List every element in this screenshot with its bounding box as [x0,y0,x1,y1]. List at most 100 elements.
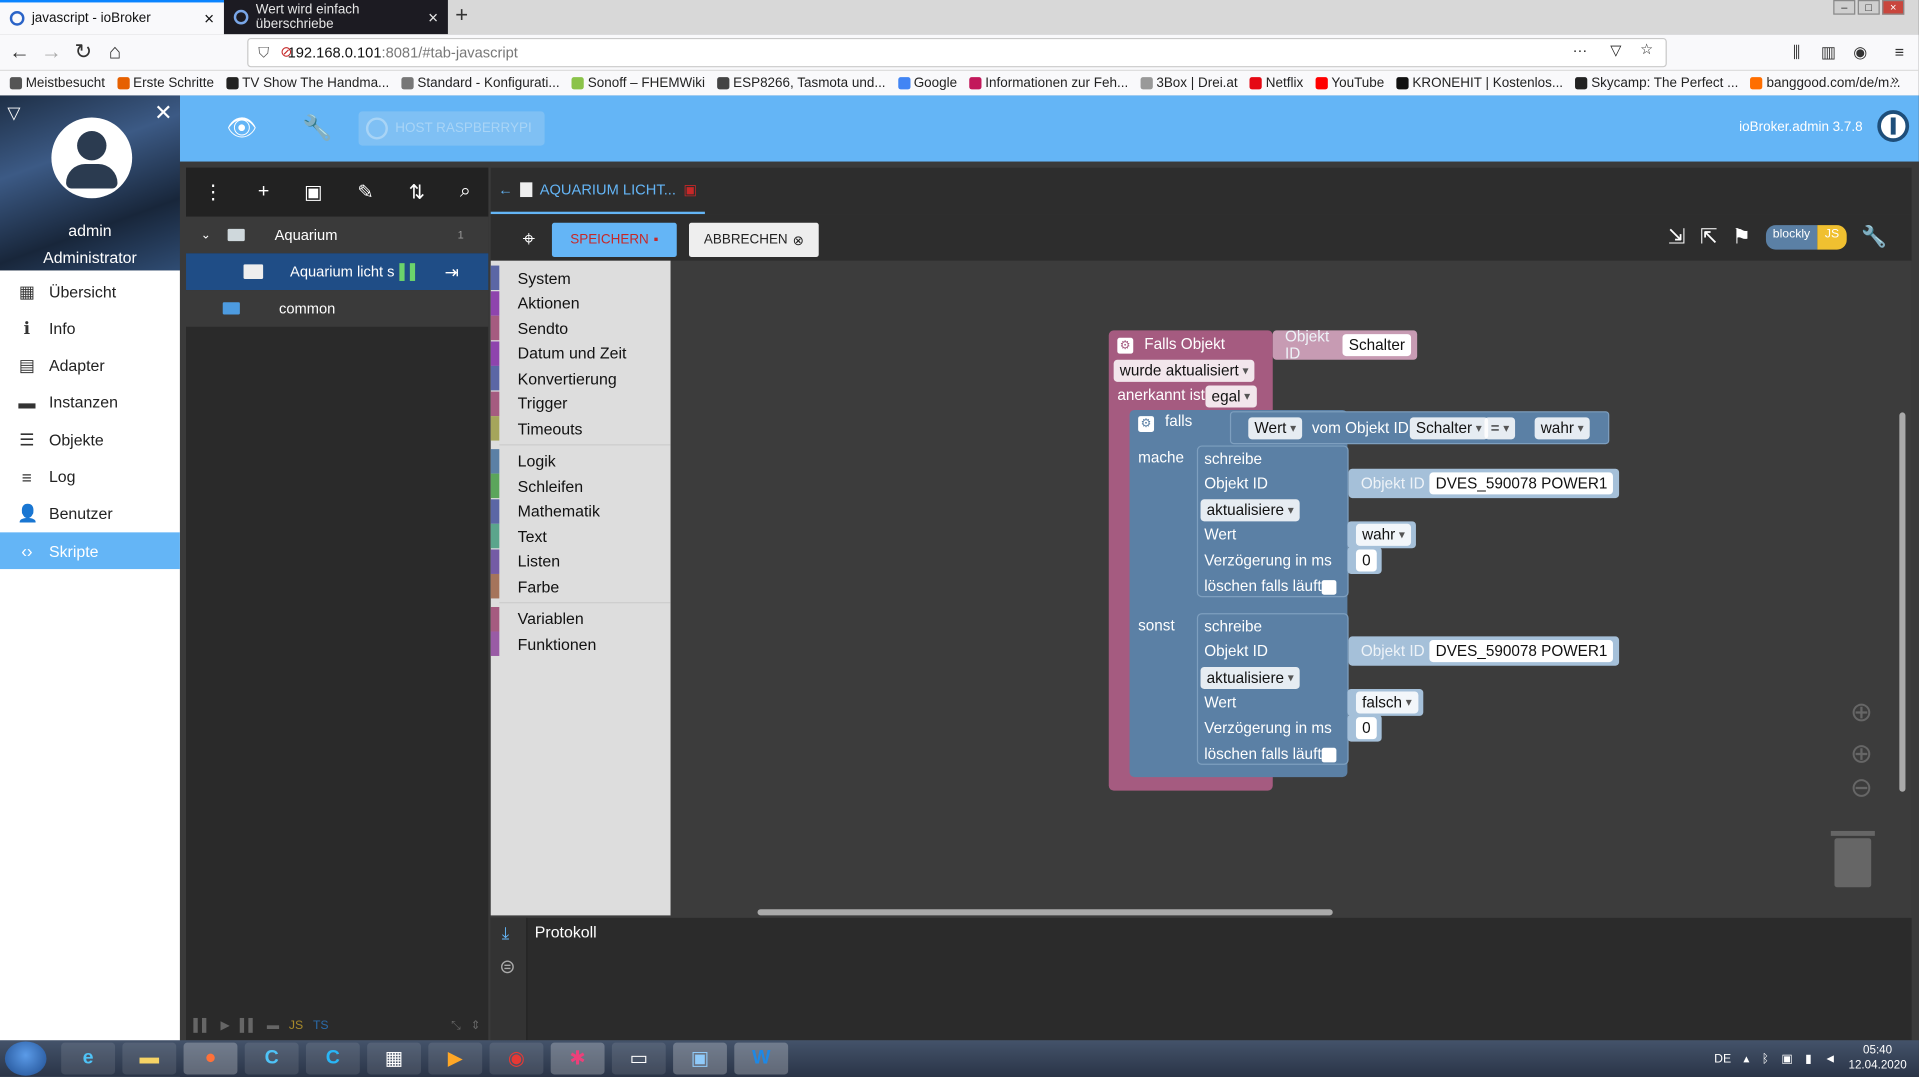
more-vert-icon[interactable]: ⋮ [203,180,223,204]
value-dropdown[interactable]: falsch [1355,691,1419,714]
wrench-settings-icon[interactable]: 🔧 [1861,225,1887,249]
write-mode-dropdown[interactable]: aktualisiere [1200,666,1301,689]
save-button[interactable]: SPEICHERN ▪ [551,222,677,257]
write-value-block[interactable]: wahr [1347,521,1417,549]
sidebar-item-bersicht[interactable]: ▦ Übersicht [0,273,180,310]
ack-dropdown[interactable]: egal [1205,385,1257,408]
browser-tab-iobroker[interactable]: javascript - ioBroker × [0,0,224,35]
bookmark-item[interactable]: 3Box | Drei.at [1140,76,1238,91]
blockly-js-toggle[interactable]: blockly JS [1765,225,1847,250]
bookmark-item[interactable]: Erste Schritte [117,76,214,91]
add-script-icon[interactable]: + [258,181,269,203]
clear-log-icon[interactable]: ⊜ [499,955,515,979]
toolbox-category[interactable]: Logik [490,448,671,473]
explorer-icon[interactable]: ▬ [122,1042,177,1075]
checkered-flag-icon[interactable]: ⚑ [1732,225,1751,249]
host-selector[interactable]: HOST RASPBERRYPI [358,111,545,146]
condition-block[interactable]: Wert vom Objekt ID Schalter = wahr [1229,411,1610,445]
center-workspace-icon[interactable]: ⊕ [1845,696,1877,728]
cond-obj-field[interactable]: Schalter [1409,417,1489,440]
toolbox-category[interactable]: Konvertierung [490,365,671,391]
filter-js-icon[interactable]: JS [289,1019,303,1032]
clear-checkbox[interactable] [1321,747,1337,763]
close-window-icon[interactable]: × [1882,0,1905,15]
close-tab-icon[interactable]: × [428,7,438,27]
toolbox-category[interactable]: Farbe [490,573,671,599]
menu-icon[interactable]: ≡ [1887,40,1911,64]
workspace-vscrollbar[interactable] [1899,412,1906,792]
write-objid-block[interactable]: Objekt ID DVES_590078 POWER1 [1348,468,1620,499]
browser-tab-forum[interactable]: Wert wird einfach überschriebe × [223,0,448,35]
sort-icon[interactable]: ⇅ [409,180,425,204]
volume-icon[interactable]: ◄ [1824,1052,1836,1065]
toolbox-category[interactable]: Datum und Zeit [490,340,671,366]
bookmark-item[interactable]: KRONEHIT | Kostenlos... [1396,76,1563,91]
chevron-down-icon[interactable]: ⌄ [201,228,211,241]
workspace-hscrollbar[interactable] [757,909,1333,916]
bookmark-item[interactable]: Sonoff – FHEMWiki [571,76,705,91]
chrome-icon[interactable]: ◉ [489,1042,544,1075]
trigger-objid-block[interactable]: Objekt ID Schalter [1272,328,1418,362]
maximize-icon[interactable]: □ [1857,0,1880,15]
bookmark-item[interactable]: Standard - Konfigurati... [401,76,560,91]
insecure-lock-icon[interactable]: ⊘ [280,43,292,60]
cond-value-dropdown[interactable]: Wert [1248,417,1303,440]
bookmark-item[interactable]: Meistbesucht [9,76,105,91]
write-mode-dropdown[interactable]: aktualisiere [1200,499,1301,522]
close-sidebar-icon[interactable]: ✕ [154,100,172,126]
search-icon[interactable]: ⌕ [460,181,471,203]
network-app-icon[interactable]: ▣ [673,1042,727,1075]
export-icon[interactable]: ⇥ [445,261,459,282]
bookmark-item[interactable]: Skycamp: The Perfect ... [1575,76,1738,91]
toolbox-category[interactable]: Sendto [490,315,671,341]
objid-value[interactable]: Schalter [1342,334,1412,357]
write-value-block[interactable]: falsch [1347,688,1423,716]
tree-row-common[interactable]: common [186,290,489,327]
sidebar-item-adapter[interactable]: ▤ Adapter [0,347,180,384]
paint-icon[interactable]: ✱ [550,1042,605,1075]
export-blocks-icon[interactable]: ⇲ [1668,225,1685,249]
objid-value[interactable]: DVES_590078 POWER1 [1429,640,1614,663]
locate-icon[interactable]: ⌖ [523,226,535,252]
sidebar-toggle-icon[interactable]: ▥ [1816,40,1840,64]
tree-row-aquarium-licht[interactable]: Aquarium licht s ▌▌ ⇥ [186,253,489,291]
firefox-icon[interactable]: ● [183,1042,238,1075]
value-dropdown[interactable]: wahr [1355,523,1412,546]
arrow-left-icon[interactable]: ← [498,181,513,198]
back-icon[interactable]: ← [7,40,31,64]
ie-icon[interactable]: e [61,1042,116,1075]
filter-blockly-icon[interactable]: ▬ [267,1019,279,1032]
collapse-menu-icon[interactable]: ▽ [7,103,20,124]
close-tab-icon[interactable]: × [204,9,214,29]
delay-value[interactable]: 0 [1355,717,1377,740]
clear-checkbox[interactable] [1321,580,1337,595]
sidebar-item-skripte[interactable]: ‹› Skripte [0,532,180,570]
sidebar-item-instanzen[interactable]: ▬ Instanzen [0,384,180,421]
home-icon[interactable]: ⌂ [103,40,127,64]
write-delay-block[interactable]: 0 [1347,714,1382,742]
start-button[interactable] [4,1041,47,1076]
sidebar-item-log[interactable]: ≡ Log [0,458,180,495]
toolbox-category[interactable]: Mathematik [490,498,671,524]
toolbox-category[interactable]: Text [490,523,671,549]
forward-icon[interactable]: → [39,40,63,64]
sidebar-item-info[interactable]: ℹ Info [0,310,180,347]
sidebar-item-objekte[interactable]: ☰ Objekte [0,421,180,458]
expand-all-icon[interactable]: ⇕ [471,1019,481,1032]
toolbox-category[interactable]: Listen [490,548,671,574]
bookmark-item[interactable]: Informationen zur Feh... [969,76,1128,91]
write-delay-block[interactable]: 0 [1347,547,1382,574]
media-icon[interactable]: ▶ [428,1042,483,1075]
bookmark-item[interactable]: banggood.com/de/m... [1750,76,1900,91]
tree-row-aquarium[interactable]: ⌄ Aquarium 1 [186,216,489,254]
library-icon[interactable]: ⫼ [1784,40,1808,64]
if-gear-icon[interactable]: ⚙ [1138,414,1155,433]
filter-pause-icon[interactable]: ▌▌ [240,1019,257,1032]
collapse-all-icon[interactable]: ⤡ [451,1019,461,1032]
bookmark-item[interactable]: TV Show The Handma... [226,76,389,91]
language-indicator[interactable]: DE [1714,1052,1731,1065]
minimize-icon[interactable]: – [1833,0,1856,15]
pocket-icon[interactable]: ▽ [1610,42,1621,59]
word-icon[interactable]: W [734,1042,789,1075]
printer-icon[interactable]: ▣ [1781,1052,1793,1065]
